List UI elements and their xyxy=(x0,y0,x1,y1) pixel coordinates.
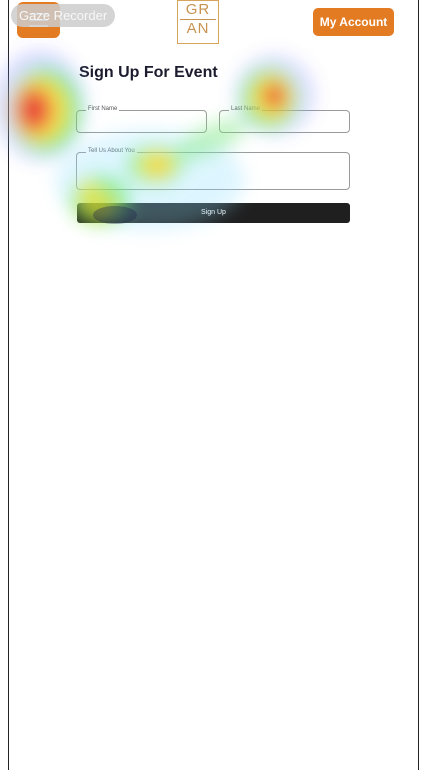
last-name-field[interactable]: Last Name xyxy=(219,106,350,133)
gaze-recorder-badge: Gaze Recorder xyxy=(11,4,116,27)
about-you-field[interactable]: Tell Us About You xyxy=(76,148,350,190)
my-account-button[interactable]: My Account xyxy=(313,8,394,36)
page-title: Sign Up For Event xyxy=(79,64,218,81)
sign-up-button[interactable]: Sign Up xyxy=(77,203,350,223)
about-you-label: Tell Us About You xyxy=(86,148,137,154)
logo-top-text: GR xyxy=(185,1,211,18)
brand-logo[interactable]: GR AN xyxy=(177,0,219,44)
first-name-label: First Name xyxy=(86,106,120,112)
first-name-field[interactable]: First Name xyxy=(76,106,207,133)
page-frame xyxy=(8,0,419,770)
last-name-label: Last Name xyxy=(229,106,263,112)
logo-bottom-text: AN xyxy=(186,20,210,37)
